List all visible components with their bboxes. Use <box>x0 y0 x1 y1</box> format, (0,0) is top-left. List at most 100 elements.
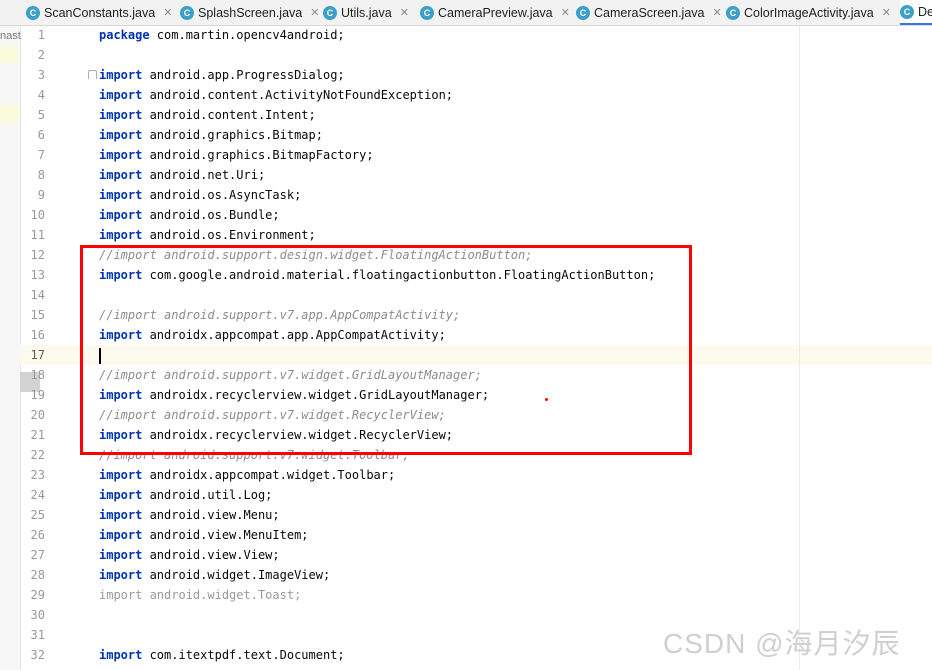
code-line[interactable]: 7 import android.graphics.BitmapFactory; <box>20 145 932 165</box>
line-number: 12 <box>30 248 45 262</box>
line-number: 15 <box>30 308 45 322</box>
statement-body: android.graphics.BitmapFactory; <box>142 148 374 162</box>
tab-splashscreen[interactable]: C SplashScreen.java ✕ <box>180 0 319 25</box>
code-line[interactable]: 4 import android.content.ActivityNotFound… <box>20 85 932 105</box>
tab-colorimageactivity[interactable]: C ColorImageActivity.java ✕ <box>726 0 891 25</box>
statement-body: android.content.ActivityNotFoundExceptio… <box>142 88 454 102</box>
java-class-icon: C <box>576 5 590 20</box>
code-line[interactable]: 24 import android.util.Log; <box>20 485 932 505</box>
keyword: import <box>99 568 143 582</box>
statement-body: android.os.Bundle; <box>142 208 280 222</box>
code-line[interactable]: 25 import android.view.Menu; <box>20 505 932 525</box>
close-icon[interactable]: ✕ <box>561 6 570 19</box>
line-number: 3 <box>37 68 45 82</box>
tab-label: ColorImageActivity.java <box>744 5 874 20</box>
line-number: 26 <box>30 528 45 542</box>
line-number: 14 <box>30 288 45 302</box>
code-line[interactable]: 1 package com.martin.opencv4android; <box>20 25 932 45</box>
code-line[interactable]: 5 import android.content.Intent; <box>20 105 932 125</box>
line-number: 24 <box>30 488 45 502</box>
close-icon[interactable]: ✕ <box>882 6 891 19</box>
line-number: 4 <box>37 88 45 102</box>
code-line[interactable]: 9 import android.os.AsyncTask; <box>20 185 932 205</box>
code-text: import android.content.ActivityNotFoundE… <box>99 85 453 105</box>
code-text: import android.os.Environment; <box>99 225 316 245</box>
code-line[interactable]: 23 import androidx.appcompat.widget.Toolb… <box>20 465 932 485</box>
keyword: import <box>99 148 143 162</box>
keyword: import <box>99 208 143 222</box>
code-text: import android.widget.ImageView; <box>99 565 330 585</box>
code-line[interactable]: 8 import android.net.Uri; <box>20 165 932 185</box>
tab-camerascreen[interactable]: C CameraScreen.java ✕ <box>576 0 722 25</box>
tab-camerapreview[interactable]: C CameraPreview.java ✕ <box>420 0 570 25</box>
code-text: package com.martin.opencv4android; <box>99 25 345 45</box>
code-line[interactable]: 6 import android.graphics.Bitmap; <box>20 125 932 145</box>
tab-label: Utils.java <box>341 5 392 20</box>
code-line[interactable]: 28 import android.widget.ImageView; <box>20 565 932 585</box>
code-line[interactable]: 11 import android.os.Environment; <box>20 225 932 245</box>
side-label: nast <box>0 30 21 42</box>
close-icon[interactable]: ✕ <box>163 6 172 19</box>
keyword: import <box>99 548 143 562</box>
tab-label: CameraPreview.java <box>438 5 553 20</box>
line-number: 8 <box>37 168 45 182</box>
code-line[interactable]: 2 <box>20 45 932 65</box>
line-number: 27 <box>30 548 45 562</box>
tab-label: CameraScreen.java <box>594 5 705 20</box>
code-line[interactable]: 3 import android.app.ProgressDialog; <box>20 65 932 85</box>
editor-tab-bar: C ScanConstants.java ✕ C SplashScreen.ja… <box>0 0 932 26</box>
keyword: package <box>99 28 150 42</box>
close-icon[interactable]: ✕ <box>400 6 409 19</box>
keyword: import <box>99 468 143 482</box>
close-icon[interactable]: ✕ <box>310 6 319 19</box>
statement-body: android.view.MenuItem; <box>142 528 309 542</box>
watermark: CSDN @海月汐辰 <box>663 628 901 659</box>
right-margin-guide <box>799 26 800 670</box>
line-number: 5 <box>37 108 45 122</box>
tab-label: ScanConstants.java <box>44 5 156 20</box>
close-icon[interactable]: ✕ <box>712 6 721 19</box>
keyword: import <box>99 188 143 202</box>
tab-utils[interactable]: C Utils.java ✕ <box>323 0 409 25</box>
line-number: 17 <box>30 348 45 362</box>
code-text: import android.widget.Toast; <box>99 585 301 605</box>
code-line[interactable]: 29 import android.widget.Toast; <box>20 585 932 605</box>
code-text: import android.os.Bundle; <box>99 205 280 225</box>
line-number: 20 <box>30 408 45 422</box>
code-line[interactable]: 27 import android.view.View; <box>20 545 932 565</box>
statement-body: android.graphics.Bitmap; <box>142 128 323 142</box>
code-text: import android.os.AsyncTask; <box>99 185 301 205</box>
code-line[interactable]: 26 import android.view.MenuItem; <box>20 525 932 545</box>
tab-active[interactable]: C De <box>900 0 932 25</box>
code-text: import android.view.View; <box>99 545 280 565</box>
line-number: 1 <box>37 28 45 42</box>
statement-body: android.util.Log; <box>142 488 273 502</box>
gutter-mark <box>0 45 19 63</box>
tab-label: De <box>918 4 932 19</box>
gutter-mark <box>0 105 19 123</box>
line-number: 16 <box>30 328 45 342</box>
code-line[interactable]: 10 import android.os.Bundle; <box>20 205 932 225</box>
tab-label: SplashScreen.java <box>198 5 303 20</box>
keyword: import <box>99 528 143 542</box>
line-number: 10 <box>30 208 45 222</box>
line-number: 18 <box>30 368 45 382</box>
left-tool-strip: nast <box>0 26 21 670</box>
tab-scanconstants[interactable]: C ScanConstants.java ✕ <box>26 0 172 25</box>
line-number: 6 <box>37 128 45 142</box>
line-number: 23 <box>30 468 45 482</box>
annotation-highlight-box <box>80 245 692 455</box>
line-number: 32 <box>30 648 45 662</box>
statement-body: android.content.Intent; <box>142 108 316 122</box>
line-number: 31 <box>30 628 45 642</box>
java-class-icon: C <box>900 4 914 19</box>
statement-body: android.os.AsyncTask; <box>142 188 302 202</box>
java-class-icon: C <box>180 5 194 20</box>
keyword: import <box>99 508 143 522</box>
code-text: import android.view.MenuItem; <box>99 525 309 545</box>
keyword: import <box>99 488 143 502</box>
line-number: 7 <box>37 148 45 162</box>
java-class-icon: C <box>26 5 40 20</box>
statement-body: com.martin.opencv4android; <box>149 28 345 42</box>
fold-marker-icon[interactable] <box>88 70 97 79</box>
